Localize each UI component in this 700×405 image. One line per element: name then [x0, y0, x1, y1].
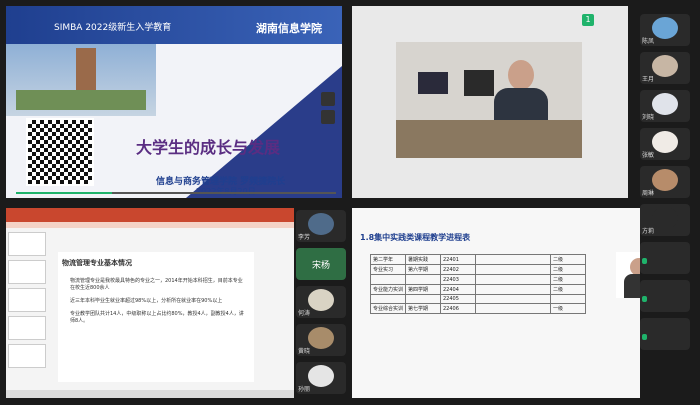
participant-tile[interactable]: 陈凤	[640, 14, 690, 46]
ppt-ribbon	[6, 208, 294, 222]
table-row: 第二学年 暑期实践 22401 二级	[370, 254, 586, 265]
side-control-icon[interactable]	[321, 110, 335, 124]
participant-tile[interactable]: 王月	[640, 52, 690, 84]
ppt-statusbar	[6, 390, 294, 398]
person-head	[508, 60, 534, 90]
table-cell	[475, 284, 551, 295]
table-row: 专业能力实训 第四学期 22404 二级	[370, 284, 586, 295]
table-cell: 第二学年	[370, 254, 406, 265]
participant-strip-middle: 李芳 宋杨 何涛 黄晓 孙丽	[296, 210, 346, 394]
course-table: 第二学年 暑期实践 22401 二级 专业实习 第六学期 22402 二级 22403 二级 专业能…	[370, 254, 586, 314]
table-cell	[405, 274, 441, 285]
participant-tile[interactable]	[640, 242, 690, 274]
table-cell	[370, 274, 406, 285]
video-pane-bottom-left[interactable]: 物流管理专业基本情况 物流管理专业是我校最具特色的专业之一，2014年开始本科招…	[6, 208, 294, 398]
table-cell	[475, 294, 551, 304]
participant-tile[interactable]: 刘晓	[640, 90, 690, 122]
monitor	[418, 72, 448, 94]
participant-tile[interactable]: 孙丽	[296, 362, 346, 394]
participant-tile[interactable]: 李芳	[296, 210, 346, 242]
table-cell: 二级	[550, 264, 586, 275]
qr-code	[26, 118, 94, 186]
participant-strip-right: 陈凤 王月 刘晓 张敏 周琳 方莉	[640, 14, 690, 350]
video-pane-top-right[interactable]: 1	[352, 6, 628, 198]
participant-name-badge: 宋杨	[311, 260, 330, 271]
participant-tile[interactable]: 黄晓	[296, 324, 346, 356]
slide-title: 大学生的成长与发展	[136, 138, 281, 157]
table-cell: 二级	[550, 284, 586, 295]
slide-thumbnails[interactable]	[8, 232, 48, 392]
bullet-item: 近三年本科毕业生就业率超过98%以上，分析所在就业率在90%以上	[70, 298, 223, 304]
table-cell: 22401	[440, 254, 476, 265]
table-cell: 22402	[440, 264, 476, 275]
table-cell: 二级	[550, 254, 586, 265]
slide-heading: 1.8集中实践类课程教学进程表	[360, 233, 471, 242]
school-logo-text: 湖南信息学院	[256, 22, 322, 35]
table-cell: 22403	[440, 274, 476, 285]
table-row: 22403 二级	[370, 274, 586, 285]
table-cell: 暑期实践	[405, 254, 441, 265]
table-row: 专业综合实训 第七学期 22406 一级	[370, 303, 586, 314]
table-cell	[475, 254, 551, 265]
table-cell	[405, 294, 441, 304]
slide-heading: 物流管理专业基本情况	[62, 259, 132, 267]
video-progress-bar[interactable]	[16, 192, 336, 194]
participant-tile[interactable]	[640, 318, 690, 350]
table-cell: 22405	[440, 294, 476, 304]
ppt-toolbar	[6, 222, 294, 228]
slide-bullets: 物流管理专业是我校最具特色的专业之一，2014年开始本科招生，目前本专业在校生近…	[70, 278, 246, 325]
table-cell	[370, 294, 406, 304]
bullet-item: 专业教学团队共计14人，中级职称以上占比约80%，教授4人，副教授4人，讲师8人…	[70, 311, 244, 324]
webcam-feed	[396, 42, 582, 158]
table-cell: 第七学期	[405, 303, 441, 314]
table-cell	[475, 264, 551, 275]
table-cell: 22404	[440, 284, 476, 295]
participant-tile[interactable]: 宋杨	[296, 248, 346, 280]
slide-header-text: SIMBA 2022级新生入学教育	[54, 23, 172, 33]
table-cell: 专业综合实训	[370, 303, 406, 314]
participant-tile[interactable]: 张敏	[640, 128, 690, 160]
table-cell: 专业能力实训	[370, 284, 406, 295]
participant-tile[interactable]	[640, 280, 690, 312]
table-cell: 第四学期	[405, 284, 441, 295]
campus-photo	[6, 44, 156, 116]
monitor	[464, 70, 494, 96]
speaker-inset	[616, 252, 640, 298]
table-cell	[475, 303, 551, 314]
table-cell	[550, 294, 586, 304]
table-cell: 二级	[550, 274, 586, 285]
bullet-item: 物流管理专业是我校最具特色的专业之一，2014年开始本科招生，目前本专业在校生近…	[70, 278, 243, 291]
side-control-icon[interactable]	[321, 92, 335, 106]
participant-tile[interactable]: 何涛	[296, 286, 346, 318]
table-cell: 专业实习	[370, 264, 406, 275]
table-row: 22405	[370, 294, 586, 304]
table-cell: 第六学期	[405, 264, 441, 275]
participant-badge: 1	[582, 14, 594, 26]
video-pane-top-left[interactable]: SIMBA 2022级新生入学教育 湖南信息学院 大学生的成长与发展 信息与商务…	[6, 6, 342, 198]
table-cell: 22406	[440, 303, 476, 314]
table-row: 专业实习 第六学期 22402 二级	[370, 264, 586, 275]
participant-tile[interactable]: 方莉	[640, 204, 690, 236]
slide-canvas: 物流管理专业基本情况 物流管理专业是我校最具特色的专业之一，2014年开始本科招…	[58, 252, 254, 382]
video-pane-bottom-right[interactable]: 1.8集中实践类课程教学进程表 第二学年 暑期实践 22401 二级 专业实习 第六学期 2…	[352, 208, 640, 398]
desk	[396, 120, 582, 158]
table-cell	[475, 274, 551, 285]
participant-tile[interactable]: 周琳	[640, 166, 690, 198]
table-cell: 一级	[550, 303, 586, 314]
